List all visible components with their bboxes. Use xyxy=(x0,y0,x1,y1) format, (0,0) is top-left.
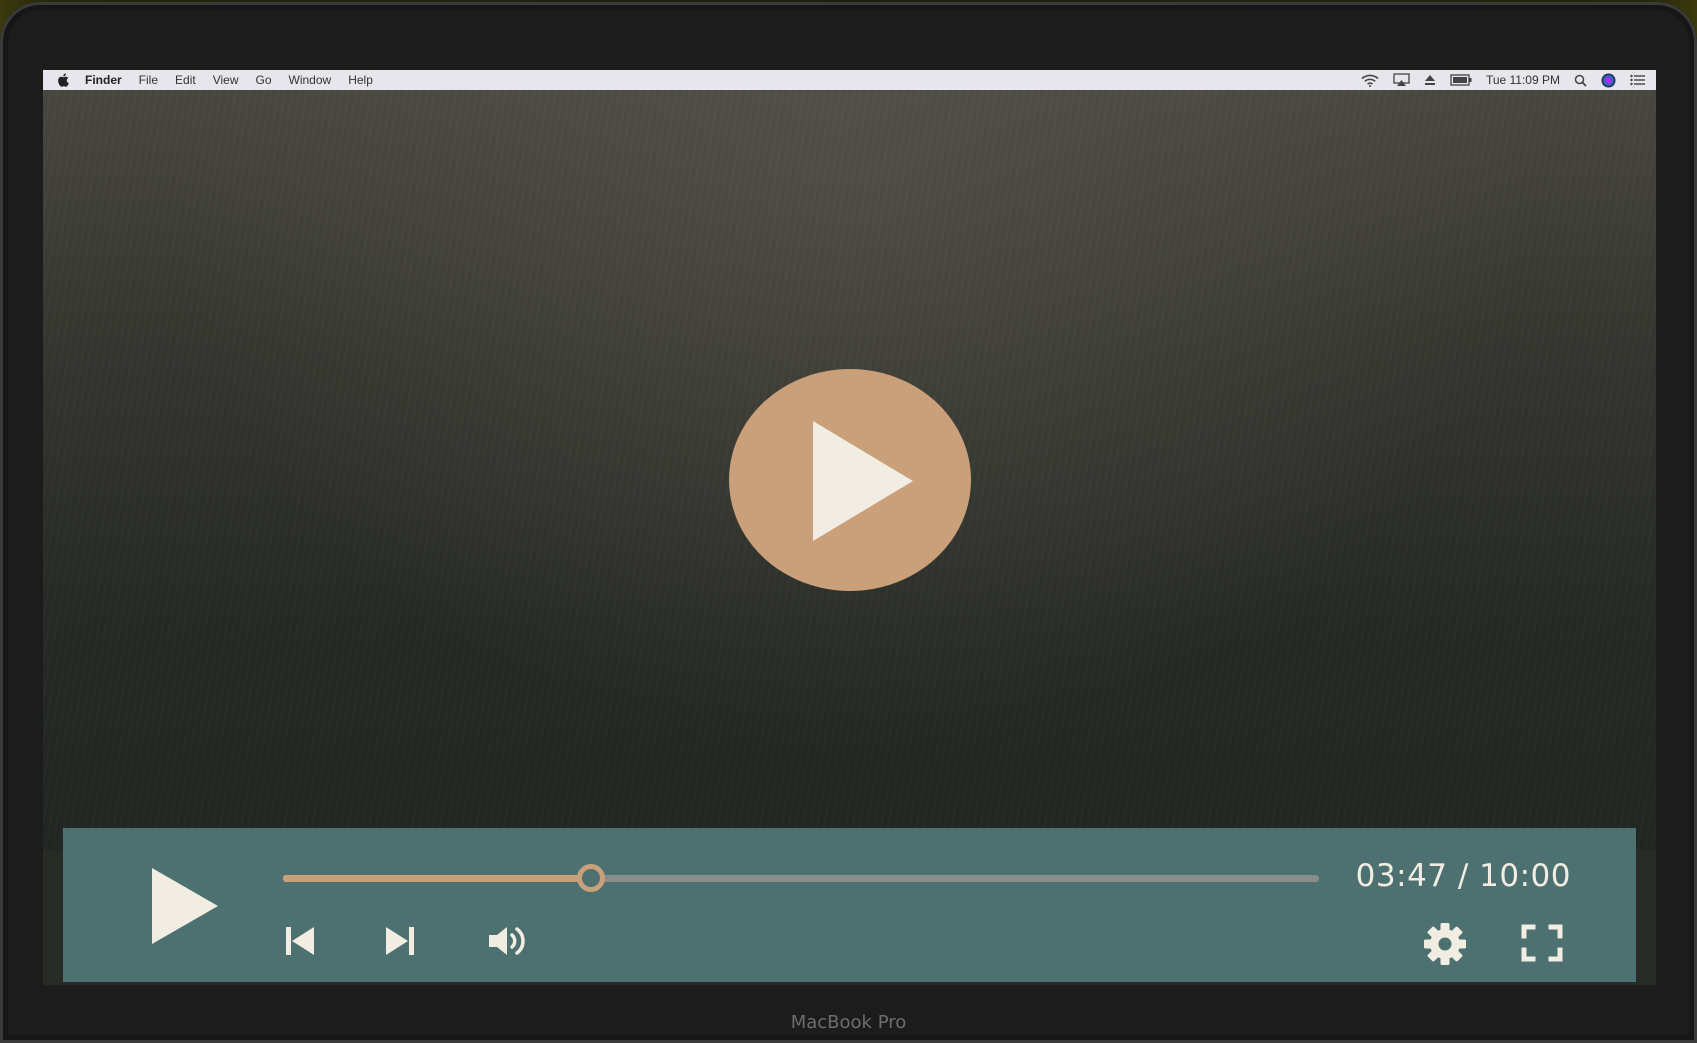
skip-forward-icon xyxy=(386,927,414,955)
menu-file[interactable]: File xyxy=(139,73,158,87)
menu-window[interactable]: Window xyxy=(289,73,332,87)
menu-clock[interactable]: Tue 11:09 PM xyxy=(1486,73,1560,87)
fullscreen-button[interactable] xyxy=(1521,924,1563,962)
skip-forward-button[interactable] xyxy=(383,924,417,958)
settings-button[interactable] xyxy=(1422,922,1468,966)
play-icon xyxy=(813,421,913,541)
skip-back-button[interactable] xyxy=(283,924,317,958)
volume-button[interactable] xyxy=(487,924,533,958)
menu-bar-right: Tue 11:09 PM xyxy=(1361,70,1646,90)
wifi-icon[interactable] xyxy=(1361,74,1379,87)
menu-app-name[interactable]: Finder xyxy=(85,73,122,87)
menu-help[interactable]: Help xyxy=(348,73,373,87)
menu-view[interactable]: View xyxy=(213,73,239,87)
settings-gear-icon xyxy=(1424,923,1466,965)
volume-icon xyxy=(489,927,525,955)
notification-center-icon[interactable] xyxy=(1630,74,1646,86)
menu-go[interactable]: Go xyxy=(256,73,272,87)
eject-icon[interactable] xyxy=(1424,74,1436,86)
play-button[interactable] xyxy=(152,868,218,944)
progress-track[interactable] xyxy=(283,875,1319,882)
spotlight-search-icon[interactable] xyxy=(1574,74,1587,87)
device-label: MacBook Pro xyxy=(790,1012,907,1033)
apple-menu-icon[interactable] xyxy=(57,73,69,87)
center-play-button[interactable] xyxy=(729,369,971,591)
progress-fill xyxy=(283,875,591,882)
menu-bar-left: Finder File Edit View Go Window Help xyxy=(43,73,390,87)
laptop-frame: Finder File Edit View Go Window Help Tue… xyxy=(0,2,1697,1043)
skip-back-icon xyxy=(286,927,314,955)
airplay-icon[interactable] xyxy=(1393,73,1410,87)
fullscreen-icon xyxy=(1521,924,1563,962)
time-display: 03:47 / 10:00 xyxy=(1355,858,1571,894)
video-surface[interactable] xyxy=(43,90,1656,850)
progress-scrubber-handle[interactable] xyxy=(576,864,605,892)
menu-edit[interactable]: Edit xyxy=(175,73,196,87)
battery-icon[interactable] xyxy=(1450,74,1472,86)
player-control-bar: 03:47 / 10:00 xyxy=(63,828,1636,982)
menu-bar: Finder File Edit View Go Window Help Tue… xyxy=(43,70,1656,90)
siri-icon[interactable] xyxy=(1601,73,1616,88)
